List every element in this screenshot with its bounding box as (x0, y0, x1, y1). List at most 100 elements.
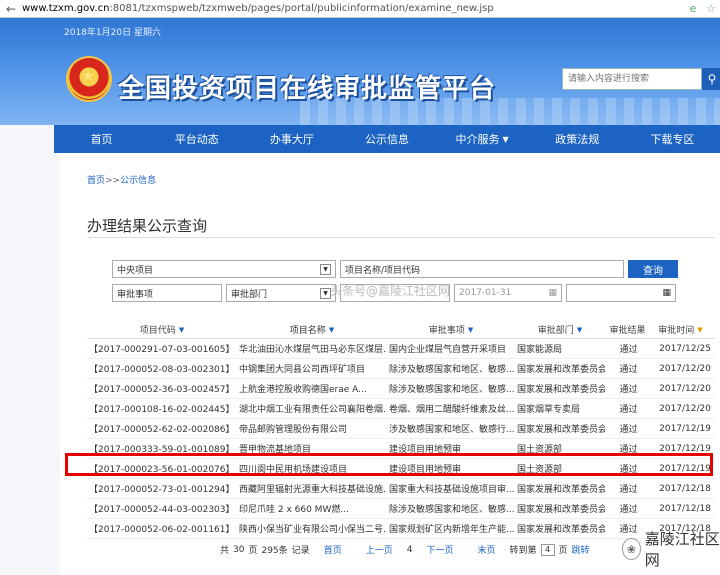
cell-matter: 卷烟、烟用二醋酸纤维素及丝... (389, 405, 515, 415)
col-matter[interactable]: 审批事项 ▼ (387, 321, 515, 338)
goto-page-input[interactable]: 4 (540, 543, 555, 556)
cell-matter: 国家重大科技基础设施项目审... (389, 485, 515, 495)
table-row[interactable]: 【2017-000108-16-02-002445】 湖北中烟工业有限责任公司襄阳… (87, 399, 715, 419)
cell-project-name[interactable]: 湖北中烟工业有限责任公司襄阳卷烟... (237, 402, 387, 415)
cell-result: 通过 (619, 365, 638, 375)
sort-down-icon[interactable]: ▼ (577, 326, 582, 334)
calendar-icon[interactable]: ▦ (662, 288, 671, 298)
cell-result: 通过 (619, 485, 638, 495)
nav-label: 中介服务 (455, 133, 500, 146)
divider (87, 237, 715, 238)
table-row[interactable]: 【2017-000052-62-02-002086】 帝品邮购管理股份有限公司 涉及… (87, 419, 715, 439)
star-icon[interactable]: ☆ (702, 2, 720, 15)
col-project-name[interactable]: 项目名称 ▼ (237, 321, 387, 338)
project-level-select[interactable]: 中央项目 ▼ (112, 260, 336, 278)
cell-project-name[interactable]: 陕西小保当矿业有限公司小保当二号... (237, 522, 387, 535)
cell-matter: 除涉及敏感国家和地区、敏感... (389, 365, 515, 375)
cell-time: 2017/12/19 (659, 423, 711, 434)
prev-page-link[interactable]: 上一页 (366, 543, 393, 556)
calendar-icon[interactable]: ▦ (548, 288, 557, 298)
browser-address-bar[interactable]: ← www.tzxm.gov.cn:8081/tzxmspweb/tzxmweb… (0, 0, 720, 18)
site-header: 2018年1月20日 星期六 全国投资项目在线审批监管平台 ⚲ (0, 18, 720, 125)
cell-matter: 除涉及敏感国家和地区、敏感... (389, 385, 515, 395)
sort-down-icon[interactable]: ▼ (468, 326, 473, 334)
nav-downloads[interactable]: 下载专区 (625, 125, 720, 153)
chevron-down-icon: ▼ (502, 134, 509, 144)
project-search-input[interactable]: 项目名称/项目代码 (340, 260, 624, 278)
site-title: 全国投资项目在线审批监管平台 (118, 74, 497, 104)
matter-input[interactable]: 审批事项 (112, 284, 222, 302)
cell-matter: 除涉及敏感国家和地区、敏感... (389, 505, 515, 515)
last-page-link[interactable]: 末页 (477, 543, 495, 556)
cell-department: 国家发展和改革委员会 (517, 365, 605, 375)
search-button[interactable]: ⚲ (702, 68, 720, 90)
first-page-link[interactable]: 首页 (324, 543, 342, 556)
nav-label: 首页 (90, 133, 113, 146)
table-row[interactable]: 【2017-000052-36-03-002457】 上航金港控股收购德国erae… (87, 379, 715, 399)
table-row[interactable]: 【2017-000291-07-03-001605】 华北油田沁水煤层气田马必东区… (87, 339, 715, 359)
pager-text: 记录 (291, 546, 310, 556)
url-text[interactable]: www.tzxm.gov.cn:8081/tzxmspweb/tzxmweb/p… (22, 3, 684, 14)
table-row[interactable]: 【2017-000052-06-02-001161】 陕西小保当矿业有限公司小保当… (87, 519, 715, 539)
cell-project-name[interactable]: 华北油田沁水煤层气田马必东区煤层... (237, 342, 387, 355)
col-project-code[interactable]: 项目代码 ▼ (87, 321, 237, 338)
table-row[interactable]: 【2017-000052-08-03-002301】 中钢集团大同县公司西坪矿项目… (87, 359, 715, 379)
next-page-link[interactable]: 下一页 (426, 543, 453, 556)
pager-text: 转到第 (509, 546, 537, 556)
goto-button[interactable]: 跳转 (572, 543, 590, 556)
header-label: 审批部门 (537, 326, 574, 336)
compat-icon[interactable]: e (684, 2, 702, 15)
header-search: ⚲ (562, 68, 720, 90)
department-select[interactable]: 审批部门 ▼ (226, 284, 336, 302)
total-pages: 30 (233, 544, 245, 555)
input-value: 2017-01-31 (459, 288, 512, 298)
cell-project-code: 【2017-000052-62-02-002086】 (89, 425, 235, 435)
search-input[interactable] (562, 68, 702, 90)
cell-time: 2017/12/20 (659, 383, 711, 394)
col-department[interactable]: 审批部门 ▼ (515, 321, 605, 338)
header-label: 审批结果 (609, 326, 646, 336)
chevron-down-icon: ▼ (320, 263, 331, 275)
sort-down-icon[interactable]: ▼ (329, 326, 334, 334)
pager-text: 页 (558, 546, 568, 556)
sort-down-icon[interactable]: ▼ (179, 326, 184, 334)
cell-department: 国家发展和改革委员会 (517, 385, 605, 395)
page-title: 办理结果公示查询 (87, 217, 208, 235)
cell-project-name[interactable]: 帝品邮购管理股份有限公司 (237, 422, 387, 435)
cell-result: 通过 (619, 385, 638, 395)
nav-policy[interactable]: 政策法规 (530, 125, 625, 153)
header-label: 审批时间 (658, 326, 695, 336)
search-icon: ⚲ (707, 72, 717, 86)
table-row[interactable]: 【2017-000052-73-01-001294】 西藏阿里辐射光源重大科技基础… (87, 479, 715, 499)
nav-platform-news[interactable]: 平台动态 (149, 125, 244, 153)
back-arrow-icon[interactable]: ← (0, 2, 22, 16)
url-host: www.tzxm.gov.cn (22, 3, 110, 14)
cell-department: 国家发展和改革委员会 (517, 525, 605, 535)
query-button[interactable]: 查询 (628, 260, 678, 278)
breadcrumb-home[interactable]: 首页 (87, 176, 105, 186)
col-result[interactable]: 审批结果 (605, 321, 650, 338)
cell-project-name[interactable]: 西藏阿里辐射光源重大科技基础设施... (237, 482, 387, 495)
cell-project-name[interactable]: 印尼爪哇 2 x 660 MW燃... (237, 502, 387, 515)
cell-project-code: 【2017-000052-08-03-002301】 (89, 365, 235, 375)
nav-agency-service[interactable]: 中介服务 ▼ (435, 125, 530, 153)
date-end-input[interactable]: 2017-01-31 ▦ (454, 284, 562, 302)
input-value: 审批事项 (117, 289, 154, 300)
brand-name: 嘉陵江社区网 (644, 530, 720, 569)
cell-project-name[interactable]: 上航金港控股收购德国erae A... (237, 382, 387, 395)
pager-text: 共 (220, 546, 230, 556)
sort-down-icon[interactable]: ▼ (697, 326, 702, 334)
nav-home[interactable]: 首页 (54, 125, 149, 153)
col-time[interactable]: 审批时间 ▼ (650, 321, 715, 338)
highlight-box (65, 453, 713, 476)
main-content: 首页>>公示信息 办理结果公示查询 中央项目 ▼ 项目名称/项目代码 查询 审批事… (60, 153, 720, 575)
cell-project-name[interactable]: 中钢集团大同县公司西坪矿项目 (237, 362, 387, 375)
nav-public-info[interactable]: 公示信息 (339, 125, 434, 153)
table-row[interactable]: 【2017-000052-44-03-002303】 印尼爪哇 2 x 660 M… (87, 499, 715, 519)
current-page: 4 (406, 544, 413, 555)
nav-service-hall[interactable]: 办事大厅 (244, 125, 339, 153)
date-end2-input[interactable]: ▦ (566, 284, 676, 302)
cell-department: 国家发展和改革委员会 (517, 485, 605, 495)
breadcrumb-current[interactable]: 公示信息 (120, 176, 156, 186)
cell-department: 国家发展和改革委员会 (517, 425, 605, 435)
